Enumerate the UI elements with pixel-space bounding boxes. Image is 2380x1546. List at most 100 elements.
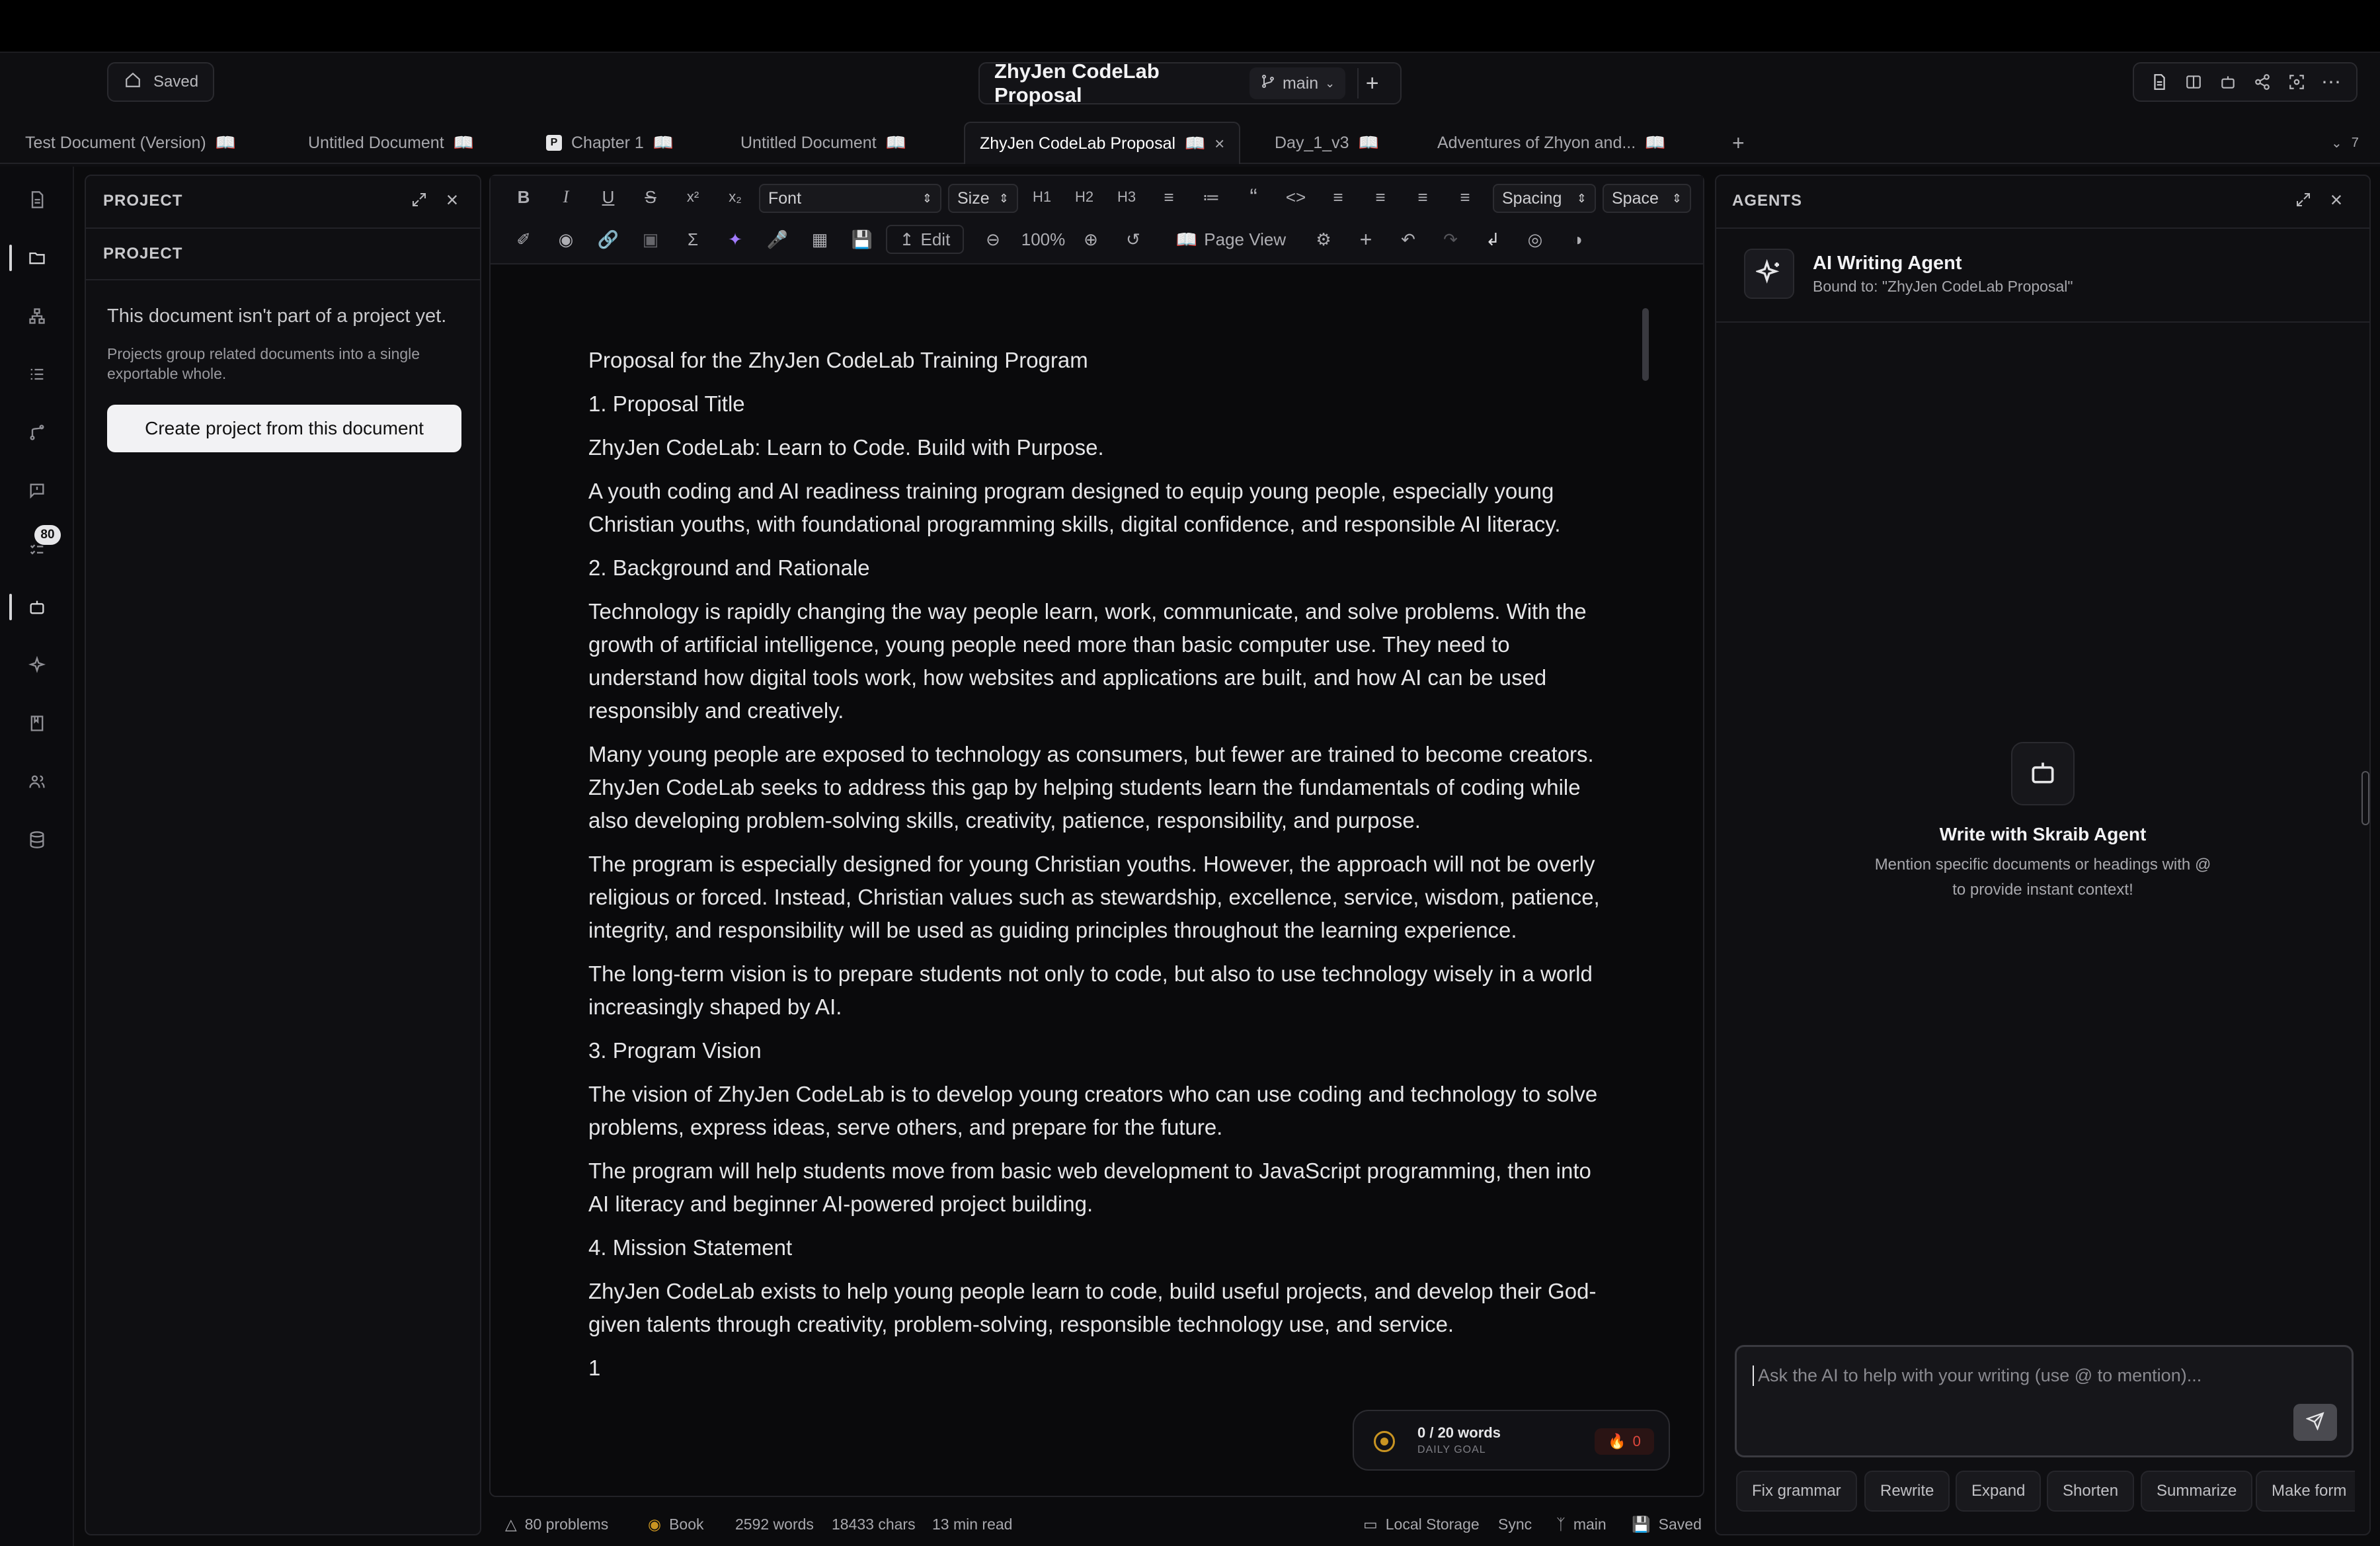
add-branch-button[interactable]: +	[1357, 68, 1386, 99]
target-icon[interactable]: ◎	[1522, 225, 1548, 254]
section-heading: 3. Program Vision	[588, 1038, 762, 1063]
hard-drive-icon: ▭	[1363, 1516, 1378, 1533]
close-icon[interactable]: ×	[439, 186, 465, 213]
paragraph: The program will help students move from…	[588, 1159, 1591, 1216]
strikethrough-button[interactable]: S	[637, 183, 664, 212]
heading-1-button[interactable]: H1	[1027, 183, 1056, 212]
create-project-button[interactable]: Create project from this document	[107, 405, 461, 452]
problems-status[interactable]: △ 80 problems	[505, 1516, 608, 1533]
undo-icon[interactable]: ↶	[1395, 225, 1421, 254]
outline-icon[interactable]	[24, 361, 50, 387]
table-icon[interactable]: ▦	[807, 225, 833, 254]
tab-test-document[interactable]: Test Document (Version) 📖	[25, 122, 236, 164]
page-number: 1	[588, 1356, 601, 1380]
daily-goal-widget[interactable]: 0 / 20 words DAILY GOAL 🔥 0	[1353, 1410, 1670, 1471]
chip-summarize[interactable]: Summarize	[2141, 1471, 2253, 1512]
storage-status[interactable]: ▭ Local Storage	[1363, 1516, 1480, 1533]
document-title-bar[interactable]: ZhyJen CodeLab Proposal main ⌄ +	[978, 60, 1402, 107]
chip-expand[interactable]: Expand	[1956, 1471, 2042, 1512]
sync-status[interactable]: Sync	[1498, 1516, 1532, 1533]
italic-button[interactable]: I	[553, 183, 579, 212]
paragraph: Technology is rapidly changing the way p…	[588, 599, 1587, 723]
tab-chapter-1[interactable]: P Chapter 1 📖	[546, 122, 674, 164]
align-right-icon[interactable]: ≡	[1409, 183, 1436, 212]
font-select[interactable]: Font ⇕	[759, 184, 941, 213]
chevron-updown-icon: ⇕	[998, 191, 1009, 205]
sitemap-icon[interactable]	[24, 303, 50, 329]
size-select[interactable]: Size ⇕	[948, 184, 1018, 213]
chip-fix-grammar[interactable]: Fix grammar	[1736, 1471, 1857, 1512]
underline-button[interactable]: U	[595, 183, 621, 212]
superscript-button[interactable]: x²	[680, 183, 706, 212]
wrap-text-icon[interactable]: ↲	[1480, 225, 1506, 254]
chip-make-formal[interactable]: Make form	[2256, 1471, 2355, 1512]
align-left-icon[interactable]: ≡	[1325, 183, 1351, 212]
book-icon: 📖	[1185, 134, 1206, 153]
bullet-list-icon[interactable]: ≡	[1156, 183, 1182, 212]
saved-indicator[interactable]: Saved	[107, 62, 214, 102]
align-center-icon[interactable]: ≡	[1367, 183, 1394, 212]
sparkles-icon[interactable]	[24, 652, 50, 678]
reset-zoom-icon[interactable]: ↺	[1120, 225, 1146, 254]
branch-selector[interactable]: main ⌄	[1249, 67, 1346, 99]
section-heading: 1. Proposal Title	[588, 391, 745, 416]
folder-icon[interactable]	[24, 245, 50, 271]
divider	[86, 279, 480, 280]
editor-scrollbar[interactable]	[1642, 308, 1649, 381]
justify-icon[interactable]: ≡	[1452, 183, 1478, 212]
numbered-list-icon[interactable]: ≔	[1198, 183, 1224, 212]
project-empty-desc: Projects group related documents into a …	[107, 345, 420, 382]
tab-untitled-document-2[interactable]: Untitled Document 📖	[740, 122, 906, 164]
spacing-select[interactable]: Spacing ⇕	[1493, 184, 1596, 213]
space-select[interactable]: Space ⇕	[1603, 184, 1691, 213]
tab-zhyjen-codelab-proposal[interactable]: ZhyJen CodeLab Proposal 📖 ×	[964, 122, 1241, 164]
add-icon[interactable]: +	[1353, 225, 1379, 254]
git-branch-icon[interactable]	[24, 419, 50, 446]
chip-rewrite[interactable]: Rewrite	[1864, 1471, 1950, 1512]
book-icon: 📖	[215, 133, 236, 152]
database-icon[interactable]	[24, 827, 50, 853]
activity-sidebar: 80	[0, 167, 74, 1546]
chevron-updown-icon: ⇕	[1671, 191, 1682, 205]
tab-untitled-document-1[interactable]: Untitled Document 📖	[308, 122, 474, 164]
settings-icon[interactable]: ⚙	[1310, 225, 1337, 254]
redo-icon[interactable]: ↷	[1437, 225, 1464, 254]
branch-status[interactable]: ᛉ main	[1556, 1516, 1606, 1533]
file-icon[interactable]	[24, 186, 50, 213]
link-icon[interactable]: 🔗	[595, 225, 621, 254]
close-tab-icon[interactable]: ×	[1214, 134, 1224, 154]
git-branch-icon: ᛉ	[1556, 1516, 1566, 1533]
contrast-icon[interactable]: ◑	[1564, 225, 1591, 254]
book-mode-icon: ◉	[648, 1516, 662, 1533]
palette-icon[interactable]: ◉	[553, 225, 579, 254]
tab-day-1-v3[interactable]: Day_1_v3 📖	[1275, 122, 1379, 164]
microphone-icon[interactable]: 🎤	[764, 225, 791, 254]
code-icon[interactable]: <>	[1283, 183, 1309, 212]
heading-2-button[interactable]: H2	[1070, 183, 1099, 212]
chip-shorten[interactable]: Shorten	[2047, 1471, 2135, 1512]
zoom-level: 100%	[1021, 229, 1066, 249]
document-body[interactable]: Proposal for the ZhyJen CodeLab Training…	[588, 344, 1600, 1395]
comment-icon[interactable]	[24, 477, 50, 504]
zoom-in-icon[interactable]: ⊕	[1078, 225, 1104, 254]
heading-3-button[interactable]: H3	[1112, 183, 1141, 212]
subscript-button[interactable]: x₂	[722, 183, 748, 212]
tab-adventures-of-zhyon[interactable]: Adventures of Zhyon and... 📖	[1437, 122, 1665, 164]
save-icon[interactable]: 💾	[849, 225, 875, 254]
users-icon[interactable]	[24, 768, 50, 795]
document-title[interactable]: ZhyJen CodeLab Proposal	[994, 60, 1234, 107]
image-icon[interactable]: ▣	[637, 225, 664, 254]
bookmark-book-icon[interactable]	[24, 710, 50, 737]
brush-icon[interactable]: ✐	[510, 225, 537, 254]
ai-sparkle-icon[interactable]: ✦	[722, 225, 748, 254]
agents-scrollbar[interactable]	[2361, 771, 2369, 825]
bold-button[interactable]: B	[510, 183, 537, 212]
robot-icon[interactable]	[24, 594, 50, 620]
zoom-out-icon[interactable]: ⊖	[980, 225, 1006, 254]
expand-icon[interactable]	[406, 186, 432, 213]
mode-status[interactable]: ◉ Book	[648, 1516, 704, 1533]
sigma-icon[interactable]: Σ	[680, 225, 706, 254]
quote-icon[interactable]: “	[1240, 183, 1267, 212]
edit-mode-button[interactable]: ↥ Edit	[886, 225, 964, 254]
page-view-button[interactable]: 📖 Page View	[1165, 225, 1297, 254]
